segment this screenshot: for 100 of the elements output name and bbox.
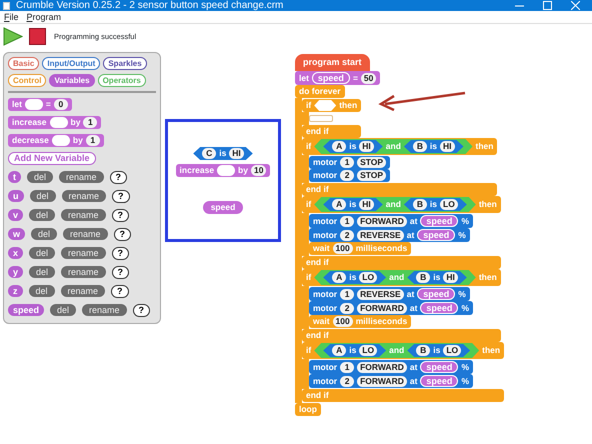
variable-block[interactable]: z xyxy=(8,285,22,297)
input-slot[interactable]: 2 xyxy=(340,302,354,314)
condition-block[interactable]: B is HI xyxy=(407,271,467,284)
code-block[interactable]: motor 1 FORWARD at speed % xyxy=(309,214,473,228)
input-slot[interactable]: LO xyxy=(440,199,458,210)
code-block[interactable]: increase by 10 xyxy=(176,164,270,177)
code-block[interactable]: let speed = 50 xyxy=(295,71,380,85)
variable-block[interactable]: y xyxy=(8,266,24,278)
play-icon[interactable] xyxy=(3,27,23,46)
condition-block[interactable]: C is HI xyxy=(193,147,253,160)
delete-button[interactable]: del xyxy=(29,247,56,259)
condition-slot[interactable] xyxy=(314,100,336,111)
input-slot[interactable]: 100 xyxy=(332,316,353,327)
code-block[interactable]: motor 2 REVERSE at speed % xyxy=(309,228,470,242)
input-slot[interactable]: 1 xyxy=(340,216,354,226)
input-slot[interactable]: 0 xyxy=(54,99,68,110)
rename-button[interactable]: rename xyxy=(61,209,106,221)
delete-button[interactable]: del xyxy=(50,304,76,316)
rename-button[interactable]: rename xyxy=(62,190,106,202)
close-icon[interactable] xyxy=(571,1,580,10)
category-tab[interactable]: Variables xyxy=(49,74,95,87)
input-slot[interactable]: A xyxy=(332,345,346,356)
input-slot[interactable]: B xyxy=(416,272,430,283)
code-block[interactable]: if A is HI and B is LO then xyxy=(302,196,501,213)
input-slot[interactable]: 100 xyxy=(332,243,353,254)
input-slot[interactable]: HI xyxy=(359,141,374,152)
input-slot[interactable]: HI xyxy=(359,199,374,210)
maximize-icon[interactable] xyxy=(543,1,552,10)
add-variable-button[interactable]: Add New Variable xyxy=(8,152,96,165)
condition-block[interactable]: A is HI and B is HI xyxy=(314,139,473,154)
help-button[interactable]: ? xyxy=(112,190,130,202)
code-block[interactable]: motor 1 REVERSE at speed % xyxy=(309,287,470,301)
help-button[interactable]: ? xyxy=(114,228,132,240)
input-slot[interactable]: HI xyxy=(443,272,458,283)
input-slot[interactable]: B xyxy=(416,345,430,356)
variable-block[interactable]: w xyxy=(8,228,26,240)
rename-button[interactable]: rename xyxy=(63,228,108,240)
condition-block[interactable]: A is LO and B is HI xyxy=(314,270,476,285)
code-block[interactable]: let = 0 xyxy=(8,98,72,111)
code-block[interactable]: if A is HI and B is HI then xyxy=(302,138,498,155)
input-slot[interactable]: STOP xyxy=(357,157,386,168)
help-button[interactable]: ? xyxy=(111,284,129,298)
condition-block[interactable]: B is HI xyxy=(404,140,464,153)
input-slot[interactable]: A xyxy=(332,199,346,210)
help-button[interactable]: ? xyxy=(112,246,130,260)
input-slot[interactable] xyxy=(217,165,236,176)
delete-button[interactable]: del xyxy=(30,190,56,202)
input-slot[interactable]: 1 xyxy=(86,135,100,146)
input-slot[interactable]: 2 xyxy=(340,376,354,386)
menu-item[interactable]: File xyxy=(4,11,19,23)
input-slot[interactable]: 10 xyxy=(250,165,266,176)
delete-button[interactable]: del xyxy=(27,171,54,183)
condition-block[interactable]: A is HI xyxy=(323,140,383,153)
input-slot[interactable]: FORWARD xyxy=(357,302,407,314)
help-button[interactable]: ? xyxy=(110,170,128,184)
variable-block[interactable]: v xyxy=(8,209,24,221)
condition-block[interactable]: A is HI xyxy=(323,198,383,211)
input-slot[interactable] xyxy=(24,99,43,110)
input-slot[interactable]: 2 xyxy=(340,230,354,240)
rename-button[interactable]: rename xyxy=(61,247,106,259)
variable-block[interactable]: speed xyxy=(8,304,44,316)
code-block[interactable]: increase by 1 xyxy=(8,116,102,129)
input-slot[interactable]: 2 xyxy=(340,170,354,181)
input-slot[interactable]: 50 xyxy=(360,72,376,84)
variable-block[interactable]: x xyxy=(8,247,24,259)
code-block[interactable]: wait 100 milliseconds xyxy=(309,242,412,255)
input-slot[interactable]: 1 xyxy=(340,288,354,300)
input-slot[interactable]: STOP xyxy=(357,170,386,181)
input-slot[interactable]: FORWARD xyxy=(357,216,407,226)
rename-button[interactable]: rename xyxy=(59,171,104,183)
delete-button[interactable]: del xyxy=(28,285,55,297)
category-tab[interactable]: Sparkles xyxy=(103,57,147,70)
input-slot[interactable]: A xyxy=(332,141,346,152)
input-slot[interactable] xyxy=(52,135,70,146)
delete-button[interactable]: del xyxy=(29,209,56,221)
code-block[interactable]: motor 2 STOP xyxy=(309,169,390,182)
menu-item[interactable]: Program xyxy=(26,11,62,23)
code-block[interactable]: motor 2 FORWARD at speed % xyxy=(309,301,473,315)
condition-block[interactable]: A is LO xyxy=(323,271,386,284)
input-slot[interactable]: 1 xyxy=(340,157,354,168)
condition-block[interactable]: A is LO xyxy=(323,344,386,357)
delete-button[interactable]: del xyxy=(31,228,58,240)
input-slot[interactable]: REVERSE xyxy=(357,288,404,300)
input-slot[interactable]: LO xyxy=(359,272,378,283)
input-slot[interactable]: HI xyxy=(440,141,455,152)
input-slot[interactable]: FORWARD xyxy=(357,376,407,386)
input-slot[interactable] xyxy=(50,117,68,128)
code-block[interactable]: wait 100 milliseconds xyxy=(309,315,412,328)
code-block[interactable]: decrease by 1 xyxy=(8,134,104,147)
input-slot[interactable]: 1 xyxy=(340,362,354,372)
input-slot[interactable]: A xyxy=(332,272,346,283)
input-slot[interactable]: LO xyxy=(359,345,378,356)
variable-block[interactable]: t xyxy=(8,171,21,183)
code-block[interactable]: motor 1 STOP xyxy=(309,156,390,169)
delete-button[interactable]: del xyxy=(29,266,56,278)
input-slot[interactable]: B xyxy=(412,199,427,210)
condition-block[interactable]: B is LO xyxy=(407,344,470,357)
input-slot[interactable]: B xyxy=(412,141,427,152)
code-block[interactable]: motor 2 FORWARD at speed % xyxy=(309,374,473,388)
code-block[interactable]: motor 1 FORWARD at speed % xyxy=(309,360,473,374)
